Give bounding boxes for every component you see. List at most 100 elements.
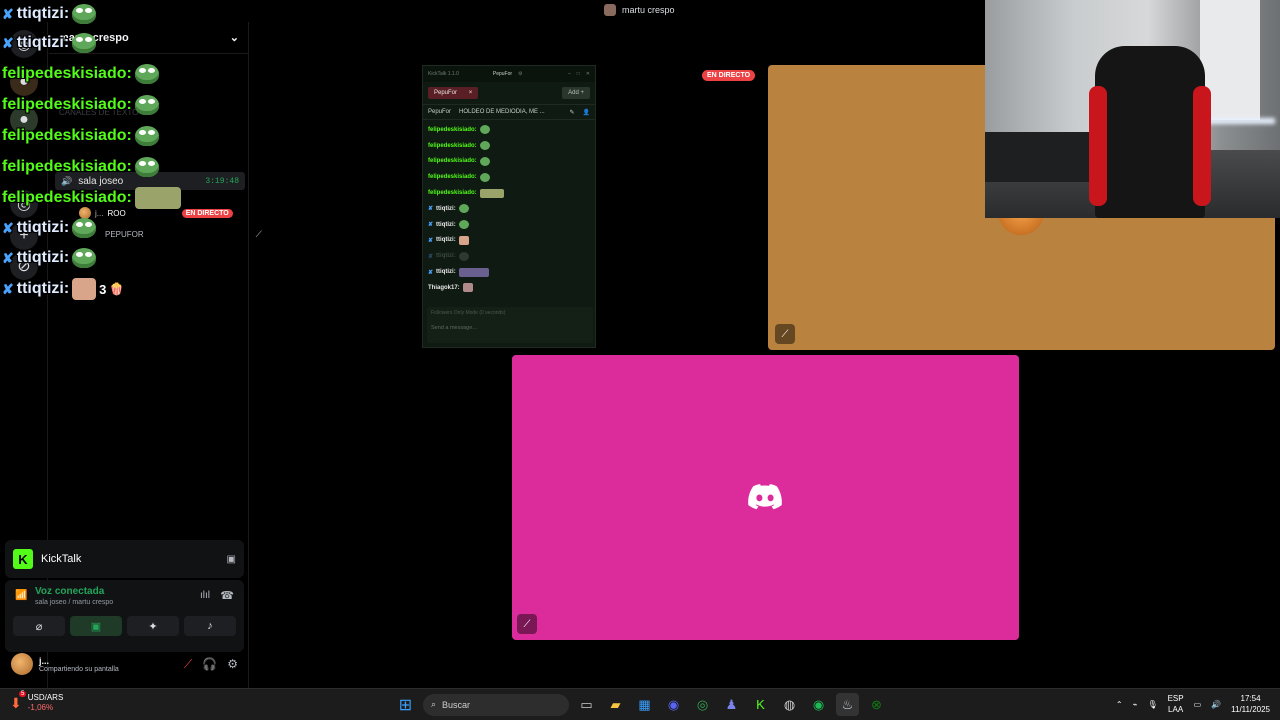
user-name: j... xyxy=(39,655,50,666)
chat-message: Thiagok17: xyxy=(423,280,595,296)
channel-username: PepuFor xyxy=(428,109,452,115)
stream-tile-pink[interactable]: ⟋ xyxy=(512,355,1019,640)
noise-suppression-icon[interactable]: ılıl xyxy=(200,590,210,601)
xbox-icon[interactable]: ⊗ xyxy=(865,693,888,716)
voice-user-row[interactable]: PEPUFOR ⟋ xyxy=(79,229,262,240)
chat-message: ✘ ttiqtizi: xyxy=(2,4,97,24)
chrome-icon[interactable]: ◎ xyxy=(691,693,714,716)
discord-home-icon[interactable]: ◉ xyxy=(10,30,38,58)
chat-message: ✘ ttiqtizi: xyxy=(423,233,595,249)
voice-user-row[interactable]: j... ROO EN DIRECTO xyxy=(79,207,233,219)
ticker-widget[interactable]: ⬇ 5 USD/ARS -1,06% xyxy=(10,690,63,713)
message-input[interactable]: Send a message... xyxy=(431,325,589,331)
add-server-icon[interactable]: + xyxy=(10,222,38,250)
windows-start-icon[interactable]: ⊞ xyxy=(394,693,417,716)
chat-message: ✘ ttiqtizi: xyxy=(423,201,595,217)
maximize-icon[interactable]: □ xyxy=(577,71,580,77)
pepe-emote-icon xyxy=(479,172,490,182)
taskbar-search[interactable]: ⌕ Buscar xyxy=(423,693,569,716)
call-title-text: martu crespo xyxy=(622,5,675,15)
kick-badge-icon: ✘ xyxy=(428,222,434,229)
voice-controls: ⌀ ▣ ✦ ♪ xyxy=(13,616,236,636)
server-header[interactable]: martu crespo ⌄ xyxy=(49,22,249,54)
avatar[interactable] xyxy=(11,653,33,675)
followers-only-notice: Followers Only Mode (0 seconds) xyxy=(431,310,506,316)
discord-logo-icon xyxy=(748,484,782,510)
kick-badge-icon: ✘ xyxy=(428,253,434,260)
mic-muted-icon[interactable]: ⟋ xyxy=(775,324,795,344)
soundboard-button[interactable]: ♪ xyxy=(184,616,236,636)
store-icon[interactable]: ▦ xyxy=(633,693,656,716)
server-icon[interactable]: ● xyxy=(10,68,38,96)
chat-username: Thiagok17: xyxy=(428,284,460,291)
pepe-emote-icon xyxy=(479,156,490,166)
voice-user-prefix: j... xyxy=(95,208,104,218)
minimize-icon[interactable]: – xyxy=(568,71,571,77)
add-channel-button[interactable]: Add + xyxy=(562,87,590,99)
signal-icon[interactable]: 📶 xyxy=(15,590,27,601)
search-icon: ⌕ xyxy=(431,699,437,709)
headphones-icon[interactable]: 🎧 xyxy=(202,657,217,672)
discord-icon[interactable]: ◉ xyxy=(662,693,685,716)
user-icon[interactable]: 👤 xyxy=(583,109,590,116)
clock-date: 11/11/2025 xyxy=(1231,705,1270,714)
camera-off-button[interactable]: ⌀ xyxy=(13,616,65,636)
display-icon[interactable]: ▭ xyxy=(1194,700,1202,709)
chat-username: ttiqtizi: xyxy=(436,221,456,228)
kick-badge-icon: ✘ xyxy=(428,237,434,244)
mic-muted-icon[interactable]: ⟋ xyxy=(184,657,192,672)
emote-image-icon xyxy=(479,188,504,198)
kick-icon[interactable]: K xyxy=(749,693,772,716)
screen-share-button[interactable]: ▣ xyxy=(70,616,122,636)
clock[interactable]: 17:54 11/11/2025 xyxy=(1231,693,1270,715)
stop-stream-icon[interactable]: ▣ xyxy=(227,554,236,565)
ticker-change: -1,06% xyxy=(27,703,54,712)
close-icon[interactable]: × xyxy=(469,90,473,96)
voice-user-other: PEPUFOR xyxy=(105,230,144,239)
kicktalk-messages: felipedeskisiado: felipedeskisiado: feli… xyxy=(423,120,595,296)
search-placeholder: Buscar xyxy=(442,699,471,710)
pepe-emote-icon xyxy=(458,204,469,214)
spotify-icon[interactable]: ◉ xyxy=(807,693,830,716)
activity-label: KickTalk xyxy=(41,553,82,565)
chat-username: felipedeskisiado: xyxy=(428,126,477,133)
server-icon[interactable]: ◎ xyxy=(10,190,38,218)
kicktalk-title: KickTalk 1.1.0 xyxy=(428,71,459,77)
call-avatar xyxy=(604,4,616,16)
kick-badge-icon: ✘ xyxy=(428,269,434,276)
language-indicator[interactable]: ESP LAA xyxy=(1168,693,1184,715)
activity-card[interactable]: K KickTalk ▣ xyxy=(5,540,244,578)
lang-top: ESP xyxy=(1167,694,1184,703)
task-view-icon[interactable]: ▭ xyxy=(575,693,598,716)
tab-pepufor[interactable]: PepuFor × xyxy=(428,87,479,99)
chevron-down-icon: ⌄ xyxy=(229,32,239,44)
explore-icon[interactable]: ⊘ xyxy=(10,252,38,280)
mic-muted-icon[interactable]: ⟋ xyxy=(517,614,537,634)
chat-message: ✘ ttiqtizi: xyxy=(423,264,595,280)
close-icon[interactable]: ✕ xyxy=(586,71,590,77)
microphone-icon[interactable]: 🎙 xyxy=(1147,700,1157,709)
steam-icon[interactable]: ♨ xyxy=(836,693,859,716)
gaming-chair xyxy=(1089,46,1211,218)
chevron-up-icon[interactable]: ⌃ xyxy=(1116,700,1123,709)
volume-icon[interactable]: 🔊 xyxy=(1211,700,1221,709)
teams-icon[interactable]: ♟ xyxy=(720,693,743,716)
disconnect-icon[interactable]: ☎ xyxy=(220,589,234,602)
kick-logo-icon: K xyxy=(13,549,33,569)
activities-button[interactable]: ✦ xyxy=(127,616,179,636)
kicktalk-user[interactable]: PepuFor xyxy=(493,71,512,77)
stream-title: HOLDEO DE MEDIODIA, ME ... xyxy=(459,109,545,115)
obs-icon[interactable]: ◍ xyxy=(778,693,801,716)
pepe-emote-icon xyxy=(72,4,97,24)
pencil-icon[interactable]: ✎ xyxy=(569,109,574,116)
network-icon[interactable]: ⌁ xyxy=(1133,700,1138,709)
gear-icon[interactable]: ⚙ xyxy=(518,71,522,77)
voice-channel-sala-joseo[interactable]: 🔊 sala joseo 3:19:48 xyxy=(55,172,245,190)
file-explorer-icon[interactable]: ▰ xyxy=(604,693,627,716)
chat-username: ttiqtizi: xyxy=(436,269,456,276)
user-info[interactable]: j... Compartiendo su pantalla xyxy=(39,656,119,673)
server-icon[interactable]: ● xyxy=(10,106,38,134)
emote-image-icon xyxy=(462,283,473,293)
chat-username: ttiqtizi: xyxy=(436,237,456,244)
gear-icon[interactable]: ⚙ xyxy=(227,657,238,672)
